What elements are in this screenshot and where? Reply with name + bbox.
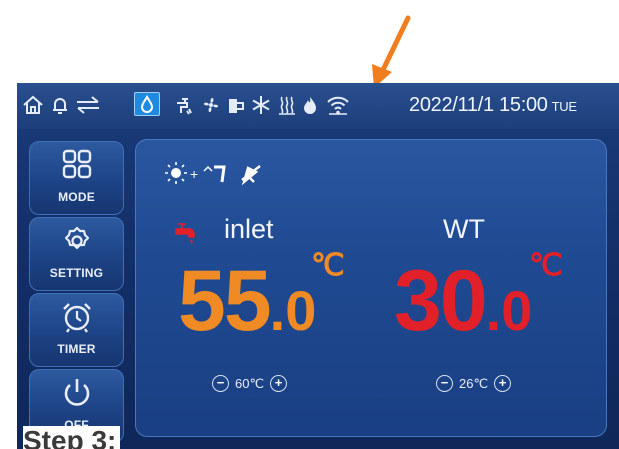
wt-setpoint-control: −26℃ + [436, 375, 512, 393]
mode-status-icons: + [164, 158, 314, 188]
main-panel: + inlet 55.0 ℃ −60℃ + WT 30.0 ℃ − 26℃ + [135, 139, 607, 437]
wt-label: WT [443, 214, 485, 244]
step-caption: Step 3: [23, 426, 121, 449]
transfer-icon [74, 93, 102, 117]
timer-label: TIMER [57, 342, 96, 356]
tap-icon [173, 93, 197, 117]
fan-icon [199, 93, 223, 117]
water-drop-icon [134, 92, 160, 116]
inlet-unit: ℃ [311, 249, 345, 282]
inlet-setpoint: 60℃ [235, 375, 265, 391]
mode-label: MODE [58, 190, 95, 204]
svg-text:+: + [190, 166, 198, 182]
sun-icon [165, 162, 187, 184]
defrost-icon [249, 93, 273, 117]
faucet-icon [174, 219, 200, 245]
pump-icon [224, 93, 248, 117]
mode-grid-icon [60, 148, 94, 182]
wifi-icon[interactable] [325, 93, 351, 117]
inlet-increase-button[interactable]: + [270, 375, 288, 393]
inlet-value-dec: .0 [269, 279, 317, 342]
power-icon [60, 376, 94, 410]
wt-increase-button[interactable]: + [494, 375, 512, 393]
vacation-plane-icon [241, 165, 261, 186]
wt-value-dec: .0 [485, 279, 533, 342]
status-bar: 2022/11/1 15:00 TUE [17, 83, 619, 129]
setting-label: SETTING [49, 266, 104, 280]
setting-button[interactable]: SETTING [29, 217, 124, 291]
wt-value-int: 30 [394, 253, 488, 349]
wt-temperature: 30.0 [394, 258, 532, 354]
inlet-setpoint-control: −60℃ + [212, 375, 288, 393]
inlet-temperature: 55.0 [178, 258, 316, 354]
gear-icon [60, 224, 94, 258]
inlet-value-int: 55 [178, 253, 272, 349]
heater-icon [275, 93, 299, 117]
bell-icon[interactable] [48, 93, 72, 117]
timer-button[interactable]: TIMER [29, 293, 124, 367]
heat-pump-icon [203, 165, 226, 183]
flame-icon [300, 93, 320, 117]
home-icon[interactable] [21, 93, 45, 117]
inlet-label: inlet [224, 214, 274, 244]
datetime-text: 2022/11/1 15:00 [409, 94, 548, 116]
datetime: 2022/11/1 15:00 TUE [409, 94, 577, 117]
alarm-clock-icon [60, 300, 94, 334]
day-of-week: TUE [551, 99, 577, 114]
mode-button[interactable]: MODE [29, 141, 124, 215]
wt-unit: ℃ [529, 249, 563, 282]
wt-setpoint: 26℃ [459, 375, 489, 391]
controller-screen: 2022/11/1 15:00 TUE MODE SETTING TIMER OF… [17, 83, 619, 449]
wt-decrease-button[interactable]: − [436, 375, 453, 393]
inlet-decrease-button[interactable]: − [212, 375, 229, 393]
